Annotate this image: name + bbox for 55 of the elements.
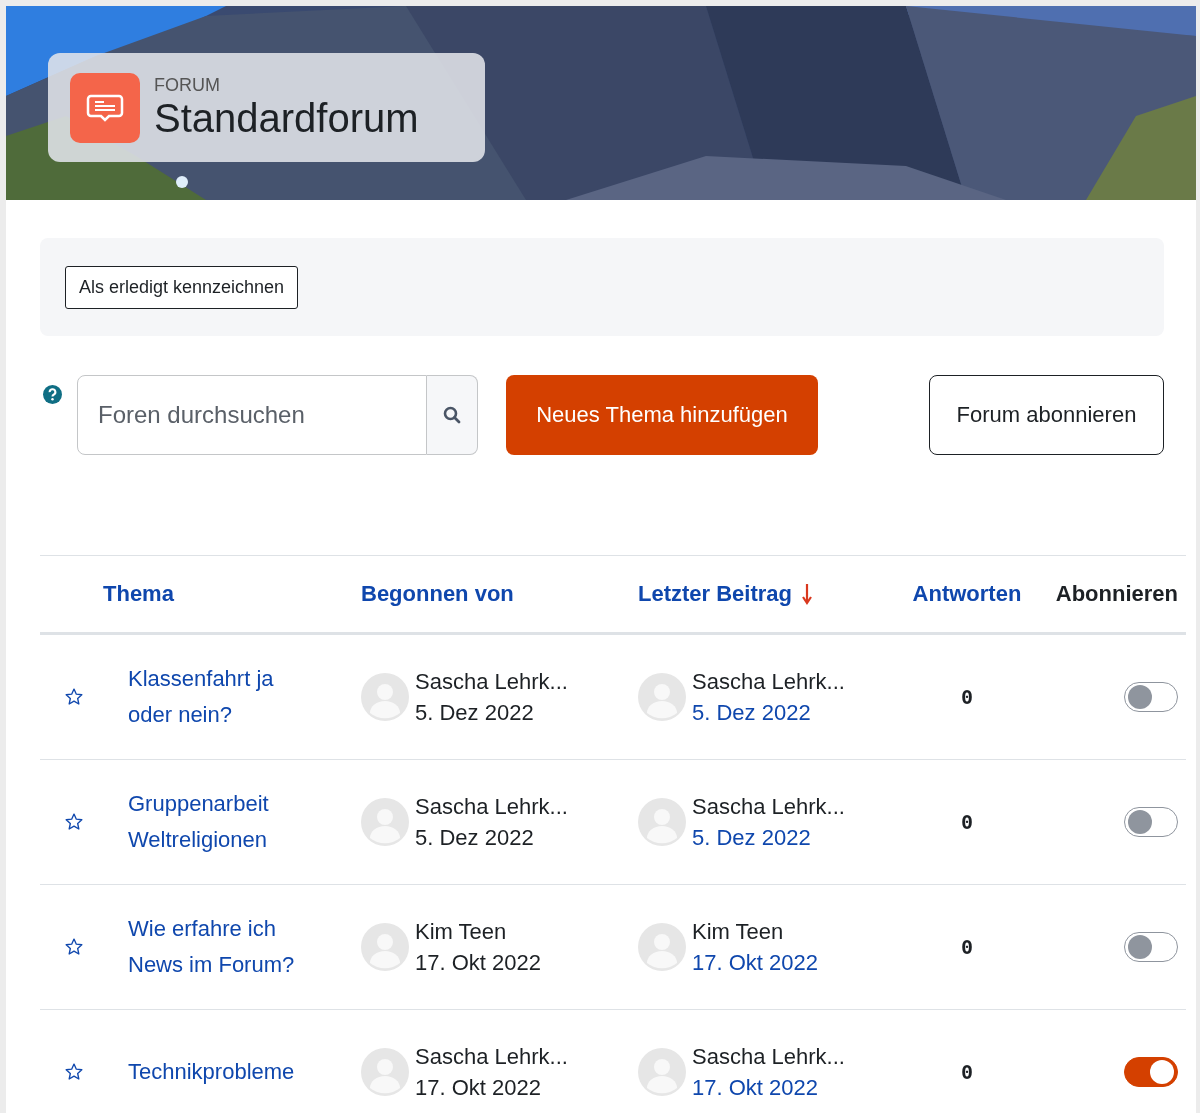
column-header: Abonnieren bbox=[1055, 581, 1178, 607]
avatar-icon bbox=[638, 673, 686, 721]
forum-title: Standardforum bbox=[154, 96, 419, 140]
post-date: 5. Dez 2022 bbox=[415, 824, 535, 852]
forum-icon bbox=[70, 72, 140, 143]
column-header[interactable]: Antworten bbox=[912, 581, 1022, 607]
reply-count: 0 bbox=[960, 810, 973, 834]
last-post-link[interactable]: 5. Dez 2022 bbox=[692, 822, 845, 853]
reply-count: 0 bbox=[960, 685, 973, 709]
star-icon[interactable] bbox=[64, 687, 84, 707]
reply-count: 0 bbox=[960, 1060, 973, 1084]
avatar-icon bbox=[638, 1048, 686, 1096]
topic-link[interactable]: Technikprobleme bbox=[128, 1054, 295, 1090]
topic-link[interactable]: Gruppenarbeit Weltreligionen bbox=[128, 786, 318, 858]
search-button[interactable] bbox=[427, 375, 478, 455]
topic-link[interactable]: Klassenfahrt ja oder nein? bbox=[128, 661, 318, 733]
subscribe-toggle[interactable] bbox=[1124, 807, 1178, 837]
avatar-icon bbox=[638, 798, 686, 846]
last-post-link[interactable]: 17. Okt 2022 bbox=[692, 1072, 845, 1103]
author-name: Sascha Lehrk... bbox=[692, 793, 845, 821]
avatar-icon bbox=[638, 923, 686, 971]
column-header[interactable]: Letzter Beitrag bbox=[638, 581, 793, 607]
column-header[interactable]: Begonnen von bbox=[361, 581, 514, 607]
last-post-link[interactable]: 17. Okt 2022 bbox=[692, 947, 818, 978]
last-post-link[interactable]: 5. Dez 2022 bbox=[692, 697, 845, 728]
post-date: 17. Okt 2022 bbox=[415, 1074, 542, 1102]
author-name: Sascha Lehrk... bbox=[692, 668, 845, 696]
post-date: 17. Okt 2022 bbox=[415, 949, 541, 977]
author-name: Kim Teen bbox=[692, 918, 785, 946]
mark-done-button[interactable]: Als erledigt kennzeichnen bbox=[65, 265, 299, 309]
star-icon[interactable] bbox=[64, 812, 84, 832]
subscribe-forum-button[interactable]: Forum abonnieren bbox=[929, 375, 1164, 455]
post-date: 5. Dez 2022 bbox=[415, 699, 535, 727]
subscribe-toggle[interactable] bbox=[1124, 932, 1178, 962]
search-icon bbox=[442, 405, 462, 425]
author-name: Kim Teen bbox=[415, 918, 508, 946]
column-header[interactable]: Thema bbox=[103, 581, 174, 607]
search-field[interactable]: Foren durchsuchen bbox=[77, 375, 427, 455]
help-icon[interactable] bbox=[43, 385, 62, 404]
author-name: Sascha Lehrk... bbox=[415, 1043, 568, 1071]
add-topic-button[interactable]: Neues Thema hinzufügen bbox=[506, 375, 818, 455]
subscribe-toggle[interactable] bbox=[1124, 682, 1178, 712]
avatar-icon bbox=[361, 923, 409, 971]
avatar-icon bbox=[361, 798, 409, 846]
star-icon[interactable] bbox=[64, 937, 84, 957]
subscribe-toggle[interactable] bbox=[1124, 1057, 1178, 1087]
avatar-icon bbox=[361, 673, 409, 721]
author-name: Sascha Lehrk... bbox=[415, 793, 568, 821]
avatar-icon bbox=[361, 1048, 409, 1096]
activity-type: FORUM bbox=[154, 75, 221, 96]
topic-link[interactable]: Wie erfahre ich News im Forum? bbox=[128, 911, 318, 983]
author-name: Sascha Lehrk... bbox=[415, 668, 568, 696]
star-icon[interactable] bbox=[64, 1062, 84, 1082]
author-name: Sascha Lehrk... bbox=[692, 1043, 845, 1071]
reply-count: 0 bbox=[960, 935, 973, 959]
